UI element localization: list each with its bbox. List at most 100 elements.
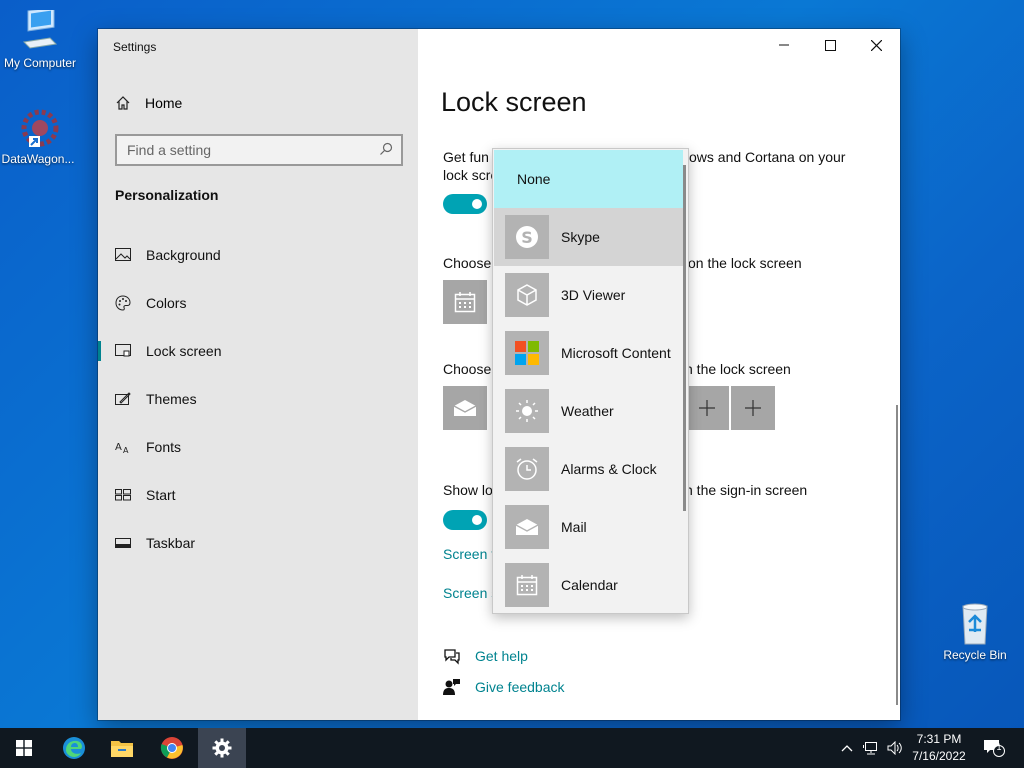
sun-icon [505, 389, 549, 433]
window-title: Settings [113, 40, 157, 54]
flyout-item-alarms-clock[interactable]: Alarms & Clock [494, 440, 683, 498]
give-feedback-label: Give feedback [475, 679, 565, 695]
flyout-scrollbar[interactable] [683, 165, 686, 511]
network-icon [863, 742, 877, 755]
detailed-status-text-right: on the lock screen [688, 255, 802, 271]
flyout-item-label: Microsoft Content [561, 345, 671, 361]
flyout-item-microsoft-content[interactable]: Microsoft Content [494, 324, 683, 382]
sidebar-item-label: Colors [146, 295, 187, 311]
taskbar-explorer-button[interactable] [98, 728, 146, 768]
quick-status-text: Choose [443, 361, 492, 377]
taskbar-settings-button[interactable] [198, 728, 246, 768]
quick-status-app-button[interactable] [443, 386, 487, 430]
detailed-status-text: Choose [443, 255, 492, 271]
flyout-item-label: Calendar [561, 577, 618, 593]
help-chat-icon [444, 649, 460, 665]
get-help-label: Get help [475, 648, 528, 664]
sidebar-item-taskbar[interactable]: Taskbar [98, 523, 418, 563]
cube-icon [505, 273, 549, 317]
flyout-item-calendar[interactable]: Calendar [494, 556, 683, 613]
desktop-icon-label: DataWagon... [1, 152, 75, 166]
lock-screen-icon [115, 343, 131, 359]
taskbar-icon [115, 535, 131, 551]
sidebar-item-fonts[interactable]: AA Fonts [98, 427, 418, 467]
action-center-button[interactable]: 1 [978, 728, 1010, 768]
taskbar-clock[interactable]: 7:31 PM 7/16/2022 [908, 731, 970, 765]
calendar-icon [454, 292, 476, 313]
app-picker-flyout: None S Skype 3D Viewer Microsoft Content… [492, 148, 689, 614]
sidebar-item-label: Lock screen [146, 343, 222, 359]
sidebar-item-label: Taskbar [146, 535, 196, 551]
content-scrollbar[interactable] [896, 405, 898, 705]
flyout-item-none[interactable]: None [494, 150, 683, 208]
tray-volume-button[interactable] [884, 728, 906, 768]
start-icon [115, 487, 131, 503]
themes-icon [115, 391, 131, 407]
svg-text:A: A [115, 442, 122, 453]
quick-status-add-button[interactable] [731, 386, 775, 430]
flyout-item-weather[interactable]: Weather [494, 382, 683, 440]
fun-facts-text-right: ows and Cortana on your [689, 149, 846, 165]
skype-icon: S [505, 215, 549, 259]
get-help-link[interactable]: Get help [443, 647, 528, 665]
show-background-text: Show lo [443, 482, 493, 498]
clock-date: 7/16/2022 [912, 749, 966, 763]
mail-icon [505, 505, 549, 549]
sidebar-item-lock-screen[interactable]: Lock screen [98, 331, 418, 371]
datawagon-icon [21, 109, 59, 147]
svg-text:A: A [123, 446, 129, 454]
flyout-item-label: Alarms & Clock [561, 461, 657, 477]
sidebar-item-label: Start [146, 487, 176, 503]
desktop-icon-datawagon[interactable]: DataWagon... [0, 106, 78, 166]
flyout-item-3d-viewer[interactable]: 3D Viewer [494, 266, 683, 324]
notification-count-badge: 1 [996, 742, 1002, 752]
quick-status-add-button[interactable] [685, 386, 729, 430]
home-link[interactable]: Home [115, 93, 182, 113]
speaker-icon [887, 741, 902, 755]
start-button[interactable] [0, 728, 48, 768]
desktop-icon-recycle-bin[interactable]: Recycle Bin [935, 602, 1015, 662]
flyout-item-label: None [517, 171, 551, 187]
recycle-bin-icon [962, 603, 988, 645]
flyout-item-mail[interactable]: Mail [494, 498, 683, 556]
sidebar-item-background[interactable]: Background [98, 235, 418, 275]
taskbar-edge-button[interactable] [50, 728, 98, 768]
palette-icon [115, 295, 131, 311]
flyout-item-skype[interactable]: S Skype [494, 208, 683, 266]
sidebar-item-label: Themes [146, 391, 197, 407]
tray-overflow-button[interactable] [838, 728, 856, 768]
search-input[interactable]: Find a setting [115, 134, 403, 166]
tray-network-button[interactable] [860, 728, 882, 768]
sidebar-item-start[interactable]: Start [98, 475, 418, 515]
plus-icon [699, 400, 715, 416]
detailed-status-app-button[interactable] [443, 280, 487, 324]
screen-timeout-link[interactable]: Screen t [443, 546, 495, 562]
home-icon [116, 96, 130, 110]
sidebar-item-themes[interactable]: Themes [98, 379, 418, 419]
sidebar-item-colors[interactable]: Colors [98, 283, 418, 323]
clock-icon [505, 447, 549, 491]
fun-facts-toggle[interactable] [443, 194, 487, 214]
show-background-text-right: n the sign-in screen [685, 482, 808, 498]
home-label: Home [145, 95, 183, 111]
screen-saver-link[interactable]: Screen s [443, 585, 498, 601]
chevron-up-icon [841, 745, 853, 752]
give-feedback-link[interactable]: Give feedback [443, 678, 565, 696]
flyout-item-label: 3D Viewer [561, 287, 626, 303]
taskbar-chrome-button[interactable] [148, 728, 196, 768]
fun-facts-text-line2: lock scre [443, 167, 499, 183]
taskbar: 7:31 PM 7/16/2022 1 [0, 728, 1024, 768]
show-background-toggle[interactable] [443, 510, 487, 530]
picture-icon [115, 247, 131, 263]
folder-icon [111, 741, 133, 757]
desktop-icon-my-computer[interactable]: My Computer [0, 10, 80, 70]
feedback-icon [443, 679, 460, 695]
sidebar: Settings Home Find a setting Personaliza… [98, 29, 418, 720]
sidebar-item-label: Background [146, 247, 221, 263]
calendar-icon [505, 563, 549, 607]
gear-icon [212, 738, 232, 758]
search-placeholder: Find a setting [127, 142, 212, 158]
flyout-item-label: Mail [561, 519, 587, 535]
section-personalization: Personalization [115, 187, 219, 203]
desktop-icon-label: Recycle Bin [943, 648, 1007, 662]
